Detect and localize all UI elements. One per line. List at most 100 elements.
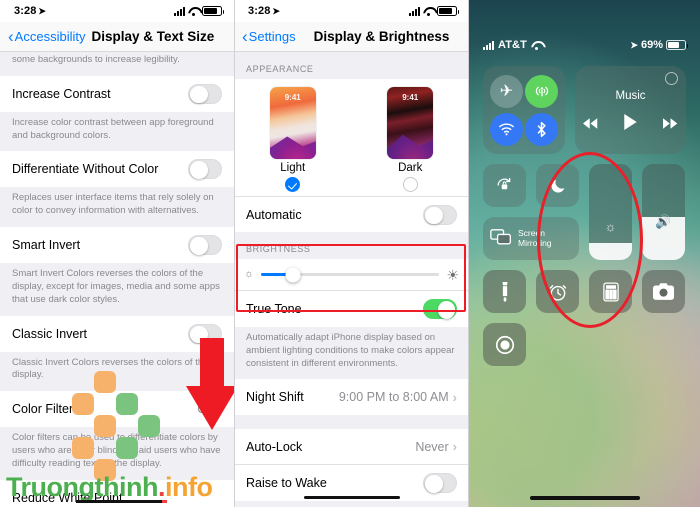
phone-panel-display-brightness: 3:28 ➤ ‹ Settings Display & Brightness A… xyxy=(234,0,469,507)
airplane-mode-icon[interactable]: ✈ xyxy=(490,74,523,108)
bluetooth-icon[interactable] xyxy=(525,112,558,146)
footnote-smart-invert: Smart Invert Colors reverses the colors … xyxy=(0,263,234,316)
do-not-disturb-icon[interactable] xyxy=(536,164,579,207)
nav-bar-1: ‹ Accessibility Display & Text Size xyxy=(0,22,234,52)
group-automatic: Automatic xyxy=(234,196,469,232)
fast-forward-icon[interactable] xyxy=(663,116,678,134)
wifi-icon xyxy=(531,41,542,50)
group-differentiate-without-color: Differentiate Without Color xyxy=(0,151,234,188)
speaker-icon: 🔊 xyxy=(655,214,672,229)
camera-icon[interactable] xyxy=(642,270,685,313)
row-increase-contrast[interactable]: Increase Contrast xyxy=(0,75,234,112)
brightness-slider[interactable]: ☼ xyxy=(589,164,632,260)
toggle-automatic[interactable] xyxy=(423,204,457,225)
row-label: Classic Invert xyxy=(12,326,88,341)
play-icon[interactable] xyxy=(624,114,637,135)
connectivity-tile[interactable]: ✈ xyxy=(483,66,565,154)
signal-bars-icon xyxy=(483,40,494,50)
battery-icon xyxy=(437,6,459,16)
row-label: True Tone xyxy=(246,302,302,316)
rotation-lock-icon[interactable] xyxy=(483,164,526,207)
status-bar-2: 3:28 ➤ xyxy=(234,0,469,22)
sun-icon: ☼ xyxy=(604,219,617,234)
cellular-data-icon[interactable] xyxy=(525,74,558,108)
signal-bars-icon xyxy=(174,6,185,16)
appearance-section-header: APPEARANCE xyxy=(234,52,469,79)
toggle-differentiate-without-color[interactable] xyxy=(188,159,222,180)
row-value-auto-lock: Never › xyxy=(415,439,457,454)
red-down-arrow-annotation xyxy=(186,338,234,430)
group-lock: Auto-Lock Never › Raise to Wake xyxy=(234,429,469,502)
row-label: Increase Contrast xyxy=(12,86,111,101)
status-time: 3:28 xyxy=(14,5,37,17)
list-spacer-2 xyxy=(234,501,469,507)
wifi-icon[interactable] xyxy=(490,112,523,146)
watermark-underline-accent xyxy=(162,500,167,503)
group-true-tone: True Tone xyxy=(234,291,469,327)
toggle-smart-invert[interactable] xyxy=(188,235,222,256)
group-smart-invert: Smart Invert xyxy=(0,227,234,264)
cc-toggles-row xyxy=(483,164,579,207)
light-wallpaper-preview: 9:41 xyxy=(269,87,316,159)
watermark-text: Truongthinh.info xyxy=(6,472,213,503)
list-spacer xyxy=(234,415,469,430)
wifi-icon xyxy=(188,7,199,16)
page-title-2: Display & Brightness xyxy=(313,29,450,44)
chevron-right-icon: › xyxy=(452,439,457,455)
footnote-true-tone: Automatically adapt iPhone display based… xyxy=(234,327,469,380)
screenshot-root: 3:28 ➤ ‹ Accessibility Display & Text Si… xyxy=(0,0,700,507)
toggle-raise-to-wake[interactable] xyxy=(423,473,457,494)
row-smart-invert[interactable]: Smart Invert xyxy=(0,227,234,264)
footnote-increase-contrast: Increase color contrast between app fore… xyxy=(0,111,234,152)
location-arrow-icon: ➤ xyxy=(38,5,47,16)
row-value-night-shift: 9:00 PM to 8:00 AM › xyxy=(339,390,457,405)
appearance-option-dark[interactable]: 9:41 Dark xyxy=(365,87,455,192)
brightness-track[interactable] xyxy=(261,267,440,282)
row-true-tone[interactable]: True Tone xyxy=(234,291,469,327)
home-indicator-3 xyxy=(529,496,640,500)
timer-icon[interactable] xyxy=(536,270,579,313)
music-title: Music xyxy=(615,90,646,102)
radio-light-selected[interactable] xyxy=(285,177,301,192)
appearance-label-light: Light xyxy=(280,162,306,174)
toggle-true-tone[interactable] xyxy=(423,299,457,319)
screen-mirroring-tile[interactable]: Screen Mirroring xyxy=(483,217,579,260)
battery-percent: 69% xyxy=(640,39,663,51)
page-title-1: Display & Text Size xyxy=(91,29,215,44)
appearance-label-dark: Dark xyxy=(398,162,423,174)
settings-scroll-2[interactable]: APPEARANCE 9:41 Light 9:41 Dark Automati… xyxy=(234,52,469,507)
row-auto-lock[interactable]: Auto-Lock Never › xyxy=(234,429,469,466)
airplay-icon[interactable] xyxy=(665,72,678,85)
watermark-primary: Truongthinh xyxy=(6,472,158,502)
row-night-shift[interactable]: Night Shift 9:00 PM to 8:00 AM › xyxy=(234,379,469,416)
row-automatic[interactable]: Automatic xyxy=(234,196,469,232)
toggle-increase-contrast[interactable] xyxy=(188,83,222,104)
music-tile[interactable]: Music xyxy=(575,66,686,154)
calculator-icon[interactable] xyxy=(589,270,632,313)
screen-recording-icon[interactable] xyxy=(483,323,526,366)
preview-time: 9:41 xyxy=(284,93,301,102)
volume-slider[interactable]: 🔊 xyxy=(642,164,685,260)
brightness-slider-row[interactable]: ☼ ☀ xyxy=(234,259,469,291)
preview-time: 9:41 xyxy=(402,93,419,102)
chevron-right-icon: › xyxy=(452,389,457,405)
back-button-settings[interactable]: ‹ Settings xyxy=(242,28,296,45)
watermark-secondary: info xyxy=(164,472,213,502)
appearance-options: 9:41 Light 9:41 Dark xyxy=(234,79,469,196)
rewind-icon[interactable] xyxy=(583,116,598,134)
status-time: 3:28 xyxy=(248,5,271,17)
radio-dark[interactable] xyxy=(402,177,418,192)
dark-wallpaper-preview: 9:41 xyxy=(387,87,434,159)
group-increase-contrast: Increase Contrast xyxy=(0,75,234,112)
row-label: Color Filters xyxy=(12,402,80,417)
music-controls xyxy=(583,114,678,135)
screen-mirroring-label: Screen Mirroring xyxy=(518,228,552,248)
cc-row-record xyxy=(483,323,686,366)
appearance-option-light[interactable]: 9:41 Light xyxy=(248,87,338,192)
row-label: Raise to Wake xyxy=(246,476,327,491)
row-differentiate-without-color[interactable]: Differentiate Without Color xyxy=(0,151,234,188)
back-label: Accessibility xyxy=(14,29,86,44)
auto-lock-value: Never xyxy=(415,439,449,454)
flashlight-icon[interactable] xyxy=(483,270,526,313)
back-button-accessibility[interactable]: ‹ Accessibility xyxy=(8,28,85,45)
